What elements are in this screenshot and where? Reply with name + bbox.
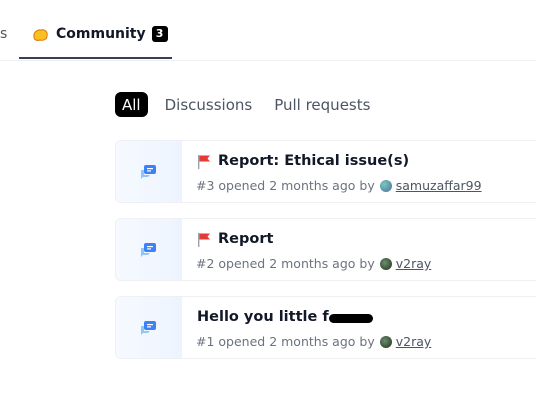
- discussion-title-text: Report: [218, 231, 274, 247]
- discussion-icon-box: [116, 219, 182, 280]
- filter-all[interactable]: All: [115, 92, 148, 117]
- discussion-item[interactable]: Report #2 opened 2 months ago by v2ray: [115, 218, 536, 281]
- discussion-title-text: Report: Ethical issue(s): [218, 153, 410, 169]
- community-count-badge: 3: [151, 25, 168, 42]
- discussion-title[interactable]: Report: [197, 231, 273, 247]
- discussion-title[interactable]: Hello you little f: [197, 309, 373, 325]
- discussion-meta: #3 opened 2 months ago by samuzaffar99: [196, 178, 482, 193]
- tab-community[interactable]: Community 3: [19, 0, 172, 59]
- avatar: [379, 179, 392, 192]
- tab-previous-partial[interactable]: s: [0, 26, 7, 42]
- tab-community-label: Community: [56, 25, 146, 42]
- discussion-item[interactable]: Hello you little f #1 opened 2 months ag…: [115, 296, 536, 359]
- discussion-meta-text: #3 opened 2 months ago by: [196, 178, 375, 193]
- repo-tab-bar: s Community 3: [0, 0, 536, 61]
- author-link[interactable]: samuzaffar99: [396, 178, 482, 193]
- discussion-meta-text: #1 opened 2 months ago by: [196, 334, 375, 349]
- report-flag-icon: [197, 232, 211, 247]
- discussion-icon: [141, 243, 156, 257]
- avatar: [379, 335, 392, 348]
- filter-pull-requests[interactable]: Pull requests: [268, 92, 376, 117]
- discussion-meta: #2 opened 2 months ago by v2ray: [196, 256, 431, 271]
- discussion-filters: All Discussions Pull requests: [115, 92, 386, 117]
- community-icon: [32, 27, 49, 41]
- discussion-icon: [141, 165, 156, 179]
- discussion-icon-box: [116, 141, 182, 202]
- discussion-icon: [141, 321, 156, 335]
- discussion-icon-box: [116, 297, 182, 358]
- report-flag-icon: [197, 154, 211, 169]
- filter-discussions[interactable]: Discussions: [159, 92, 259, 117]
- discussion-meta: #1 opened 2 months ago by v2ray: [196, 334, 431, 349]
- discussion-title-text: Hello you little f: [197, 309, 329, 325]
- discussion-item[interactable]: Report: Ethical issue(s) #3 opened 2 mon…: [115, 140, 536, 203]
- discussion-meta-text: #2 opened 2 months ago by: [196, 256, 375, 271]
- author-link[interactable]: v2ray: [396, 256, 432, 271]
- avatar: [379, 257, 392, 270]
- author-link[interactable]: v2ray: [396, 334, 432, 349]
- redaction-mark: [328, 313, 373, 323]
- discussion-title[interactable]: Report: Ethical issue(s): [197, 153, 409, 169]
